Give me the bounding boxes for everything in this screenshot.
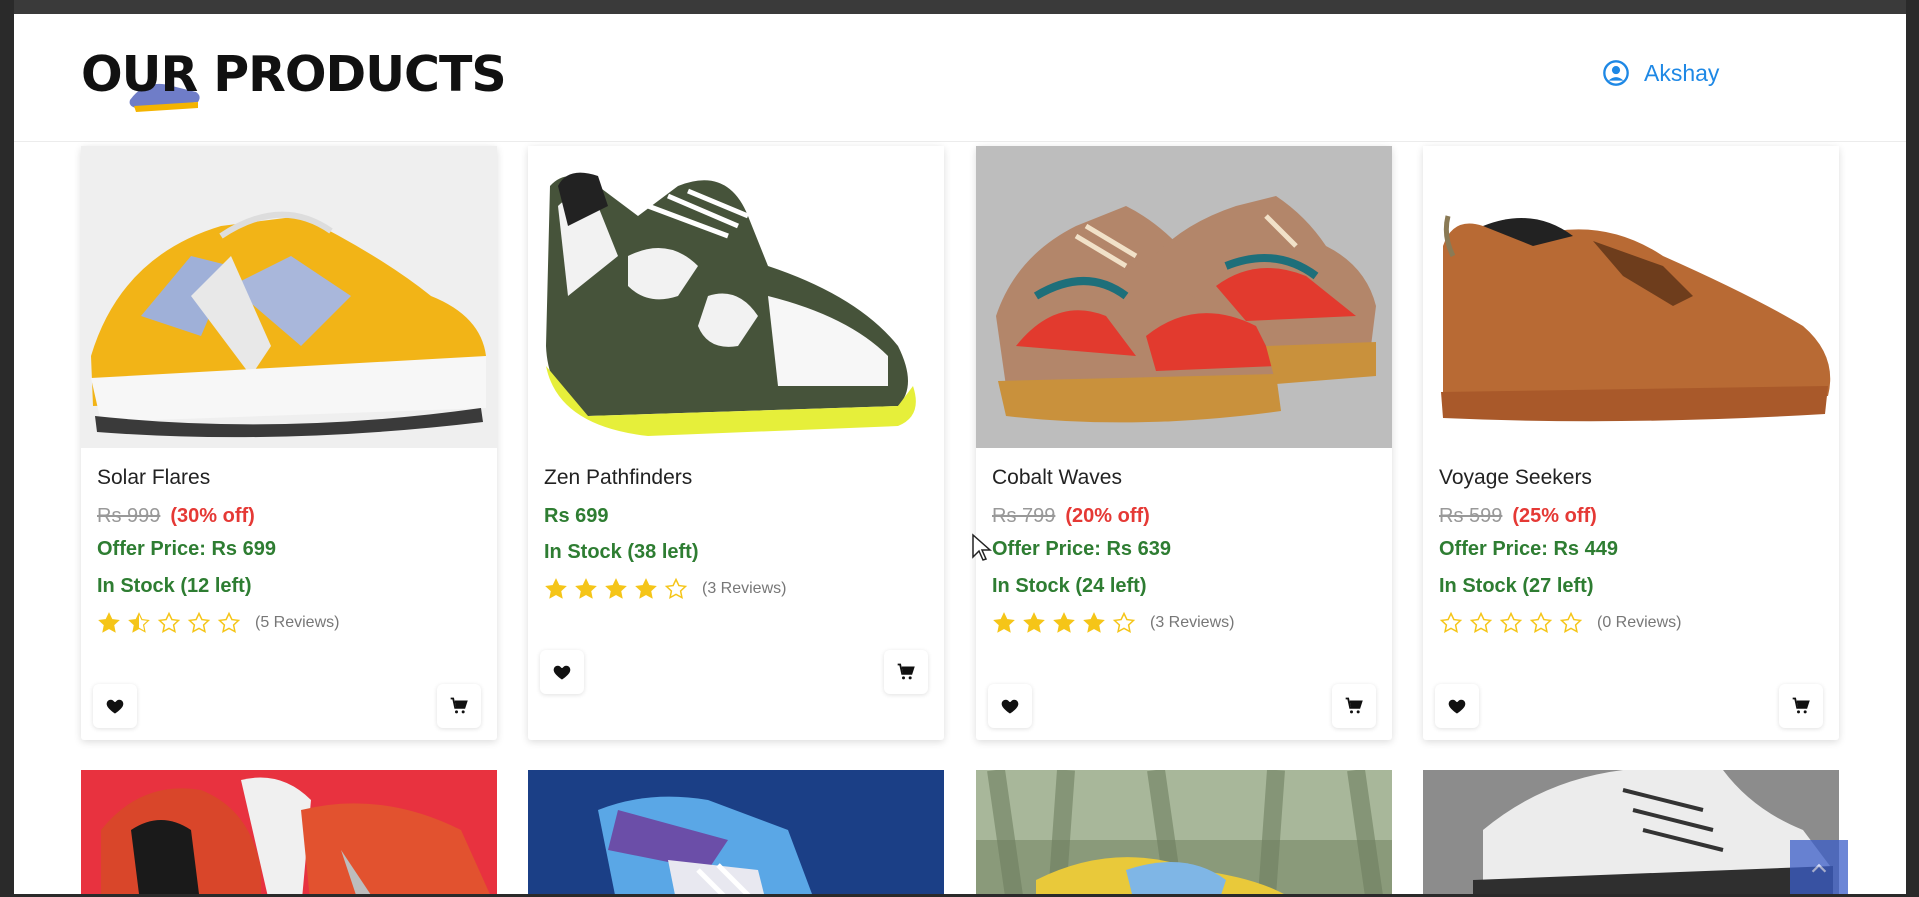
- star-icon: [545, 578, 567, 599]
- star-half-icon: [128, 612, 150, 633]
- price-row: Rs 799 (20% off): [992, 496, 1376, 532]
- product-price: Rs 699: [544, 505, 609, 527]
- star-outline-icon: [217, 611, 241, 634]
- product-image[interactable]: [528, 146, 944, 448]
- heart-icon: [553, 665, 571, 680]
- wishlist-button[interactable]: [540, 650, 584, 694]
- add-to-cart-button[interactable]: [1779, 684, 1823, 728]
- star-icon: [575, 578, 597, 599]
- add-to-cart-button[interactable]: [884, 650, 928, 694]
- offer-price: Offer Price: Rs 639: [992, 538, 1171, 560]
- star-icon: [605, 578, 627, 599]
- cart-icon: [897, 663, 915, 680]
- offer-price: Offer Price: Rs 699: [97, 538, 276, 560]
- rating: (5 Reviews): [97, 608, 481, 638]
- window-frame-left: [0, 0, 14, 897]
- discount-label: (25% off): [1512, 505, 1597, 527]
- user-circle-icon: [1603, 60, 1629, 86]
- star-outline-icon: [157, 611, 181, 634]
- star-icon: [1053, 612, 1075, 633]
- original-price: Rs 599: [1439, 505, 1503, 527]
- window-frame-right: [1906, 0, 1919, 897]
- offer-price: Offer Price: Rs 449: [1439, 538, 1618, 560]
- price-row: Rs 599 (25% off): [1439, 496, 1823, 532]
- review-count[interactable]: (5 Reviews): [255, 614, 339, 632]
- product-info: Solar Flares Rs 999 (30% off) Offer Price…: [97, 464, 481, 638]
- product-image[interactable]: [976, 770, 1392, 894]
- wishlist-button[interactable]: [988, 684, 1032, 728]
- product-image[interactable]: [1423, 770, 1839, 894]
- original-price: Rs 799: [992, 505, 1056, 527]
- heart-icon: [106, 699, 124, 714]
- star-icon: [98, 612, 120, 633]
- product-info: Voyage Seekers Rs 599 (25% off) Offer Pri…: [1439, 464, 1823, 638]
- product-image[interactable]: [976, 146, 1392, 448]
- chevron-up-icon: [1811, 863, 1827, 873]
- user-name[interactable]: Akshay: [1644, 60, 1719, 87]
- product-card[interactable]: Zen Pathfinders Rs 699 In Stock (38 left…: [528, 146, 944, 740]
- heart-icon: [1001, 699, 1019, 714]
- rating: (3 Reviews): [992, 608, 1376, 638]
- star-outline-icon: [1499, 611, 1523, 634]
- product-image[interactable]: [528, 770, 944, 894]
- discount-label: (20% off): [1065, 505, 1150, 527]
- review-count[interactable]: (0 Reviews): [1597, 614, 1681, 632]
- mouse-cursor-icon: [972, 533, 992, 561]
- product-name[interactable]: Voyage Seekers: [1439, 464, 1823, 496]
- rating: (0 Reviews): [1439, 608, 1823, 638]
- cart-icon: [450, 697, 468, 714]
- cart-icon: [1792, 697, 1810, 714]
- window-frame-top: [0, 0, 1919, 14]
- wishlist-button[interactable]: [1435, 684, 1479, 728]
- product-image[interactable]: [81, 146, 497, 448]
- back-to-top-button[interactable]: [1790, 840, 1848, 894]
- stock-status: In Stock (38 left): [544, 541, 699, 563]
- add-to-cart-button[interactable]: [1332, 684, 1376, 728]
- review-count[interactable]: (3 Reviews): [1150, 614, 1234, 632]
- price-row: Rs 999 (30% off): [97, 496, 481, 532]
- product-image[interactable]: [1423, 146, 1839, 448]
- star-outline-icon: [664, 577, 688, 600]
- star-icon: [993, 612, 1015, 633]
- star-outline-icon: [1559, 611, 1583, 634]
- cart-icon: [1345, 697, 1363, 714]
- product-name[interactable]: Solar Flares: [97, 464, 481, 496]
- product-card[interactable]: Solar Flares Rs 999 (30% off) Offer Price…: [81, 146, 497, 740]
- page-header: OUR PRODUCTS Akshay: [14, 14, 1906, 142]
- product-image[interactable]: [81, 770, 497, 894]
- stock-status: In Stock (27 left): [1439, 575, 1594, 597]
- product-card[interactable]: Voyage Seekers Rs 599 (25% off) Offer Pri…: [1423, 146, 1839, 740]
- stock-status: In Stock (24 left): [992, 575, 1147, 597]
- add-to-cart-button[interactable]: [437, 684, 481, 728]
- star-icon: [635, 578, 657, 599]
- star-icon: [1083, 612, 1105, 633]
- page-title: OUR PRODUCTS: [81, 46, 507, 103]
- stock-status: In Stock (12 left): [97, 575, 252, 597]
- products-page: OUR PRODUCTS Akshay Solar Flares Rs 999 …: [14, 14, 1906, 894]
- rating: (3 Reviews): [544, 574, 928, 604]
- review-count[interactable]: (3 Reviews): [702, 580, 786, 598]
- wishlist-button[interactable]: [93, 684, 137, 728]
- product-name[interactable]: Zen Pathfinders: [544, 464, 928, 496]
- original-price: Rs 999: [97, 505, 161, 527]
- star-outline-icon: [1529, 611, 1553, 634]
- star-outline-icon: [187, 611, 211, 634]
- star-outline-icon: [1469, 611, 1493, 634]
- heart-icon: [1448, 699, 1466, 714]
- product-card[interactable]: Cobalt Waves Rs 799 (20% off) Offer Price…: [976, 146, 1392, 740]
- star-outline-icon: [1439, 611, 1463, 634]
- product-info: Cobalt Waves Rs 799 (20% off) Offer Price…: [992, 464, 1376, 638]
- product-name[interactable]: Cobalt Waves: [992, 464, 1376, 496]
- product-info: Zen Pathfinders Rs 699 In Stock (38 left…: [544, 464, 928, 604]
- star-icon: [1023, 612, 1045, 633]
- star-outline-icon: [1112, 611, 1136, 634]
- user-menu[interactable]: Akshay: [1602, 59, 1719, 87]
- discount-label: (30% off): [170, 505, 255, 527]
